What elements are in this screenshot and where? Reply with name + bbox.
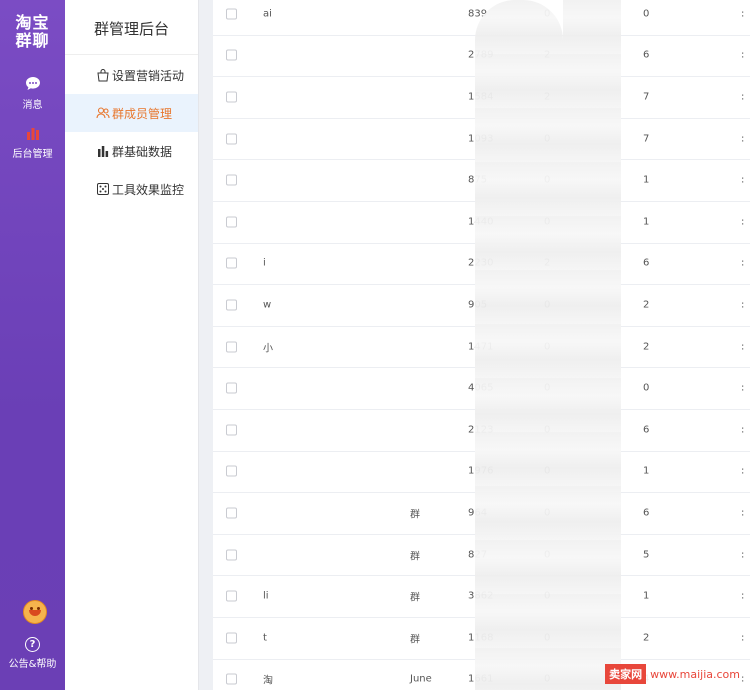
cell-value-3: 0	[643, 382, 650, 394]
cell-value-3: 2	[643, 632, 650, 644]
row-checkbox[interactable]	[226, 507, 237, 519]
row-checkbox[interactable]	[226, 257, 237, 269]
sidebar-title: 群管理后台	[93, 20, 169, 38]
row-checkbox[interactable]	[226, 299, 237, 311]
member-tag: 群	[410, 509, 420, 521]
row-checkbox[interactable]	[226, 673, 237, 685]
cell-value-3: 1	[643, 590, 650, 602]
cell-value-3: 2	[643, 299, 650, 311]
row-checkbox[interactable]	[226, 133, 237, 145]
app-brand[interactable]: 淘宝 群聊	[0, 14, 65, 50]
row-checkbox[interactable]	[226, 174, 237, 186]
row-checkbox[interactable]	[226, 632, 237, 644]
sidebar-item-label: 群基础数据	[112, 144, 173, 159]
brand-line-2: 群聊	[15, 31, 50, 50]
avatar-eye	[37, 607, 40, 610]
row-checkbox[interactable]	[226, 216, 237, 228]
rail-item-messages[interactable]: 消息	[0, 75, 65, 111]
cell-value-3: 7	[643, 133, 650, 145]
rail-item-label: 后台管理	[12, 149, 53, 160]
cell-value-4: :	[741, 216, 745, 228]
cell-value-3: 7	[643, 91, 650, 103]
cell-value-4: :	[741, 382, 745, 394]
sidebar-item-label: 设置营销活动	[112, 68, 185, 83]
privacy-blur	[563, 0, 621, 690]
help-button[interactable]: ? 公告&帮助	[0, 637, 65, 670]
rail-item-label: 消息	[22, 100, 43, 111]
member-name: 淘	[263, 675, 273, 687]
sidebar-item-tool-monitor[interactable]: 工具效果监控	[65, 170, 198, 208]
row-checkbox[interactable]	[226, 382, 237, 394]
cell-value-4: :	[741, 673, 745, 685]
question-circle-icon: ?	[25, 637, 40, 652]
watermark-brand: 卖家网	[605, 664, 647, 684]
cell-value-3: 2	[643, 341, 650, 353]
sidebar-item-label: 工具效果监控	[112, 182, 185, 197]
cell-value-3: 6	[643, 49, 650, 61]
help-label: 公告&帮助	[8, 659, 57, 670]
sidebar-item-members[interactable]: 群成员管理	[65, 94, 198, 132]
cell-value-4: :	[741, 299, 745, 311]
member-tag: 群	[410, 634, 420, 646]
member-name: 小	[263, 343, 273, 355]
cell-value-4: :	[741, 549, 745, 561]
bar-chart-icon	[26, 128, 39, 140]
row-checkbox[interactable]	[226, 341, 237, 353]
cell-value-4: :	[741, 91, 745, 103]
row-checkbox[interactable]	[226, 49, 237, 61]
cell-value-4: :	[741, 257, 745, 269]
admin-sidebar: 群管理后台 设置营销活动 群成员管理 群基础数据 工具效果监控	[65, 0, 199, 690]
member-tag: June	[410, 673, 432, 685]
member-name: t	[263, 632, 267, 644]
row-checkbox[interactable]	[226, 8, 237, 20]
cell-value-4: :	[741, 424, 745, 436]
cell-value-3: 6	[643, 424, 650, 436]
cell-value-4: :	[741, 507, 745, 519]
sidebar-item-marketing[interactable]: 设置营销活动	[65, 56, 198, 94]
cell-value-3: 0	[643, 8, 650, 20]
member-tag: 群	[410, 592, 420, 604]
member-name: i	[263, 257, 266, 269]
cell-value-4: :	[741, 590, 745, 602]
cell-value-4: :	[741, 632, 745, 644]
cell-value-4: :	[741, 465, 745, 477]
member-name: ai	[263, 8, 272, 20]
cell-value-3: 6	[643, 257, 650, 269]
cell-value-3: 5	[643, 549, 650, 561]
member-name: li	[263, 590, 269, 602]
row-checkbox[interactable]	[226, 549, 237, 561]
sidebar-item-basic-data[interactable]: 群基础数据	[65, 132, 198, 170]
cell-value-3: 6	[643, 507, 650, 519]
cell-value-4: :	[741, 133, 745, 145]
row-checkbox[interactable]	[226, 465, 237, 477]
chat-bubble-icon	[25, 77, 40, 90]
app-rail: 淘宝 群聊 消息 后台管理 ? 公告&帮助	[0, 0, 65, 690]
cell-value-4: :	[741, 8, 745, 20]
watermark: 卖家网 www.maijia.com	[605, 664, 740, 684]
member-name: w	[263, 299, 272, 311]
privacy-blur	[475, 0, 563, 690]
shopping-bag-icon	[97, 69, 109, 82]
watermark-url: www.maijia.com	[650, 667, 740, 681]
members-table: ai83900:278926:158427:109307:87501:14400…	[213, 0, 750, 690]
avatar-eye	[30, 607, 33, 610]
cell-value-4: :	[741, 49, 745, 61]
emoji-avatar-icon[interactable]	[23, 600, 47, 624]
rail-item-admin[interactable]: 后台管理	[0, 124, 65, 160]
members-icon	[96, 107, 110, 119]
cell-value-3: 1	[643, 465, 650, 477]
cell-value-4: :	[741, 341, 745, 353]
member-tag: 群	[410, 551, 420, 563]
sidebar-divider	[65, 54, 198, 55]
cell-value-4: :	[741, 174, 745, 186]
row-checkbox[interactable]	[226, 590, 237, 602]
dice-monitor-icon	[97, 183, 109, 195]
cell-value-3: 1	[643, 174, 650, 186]
row-checkbox[interactable]	[226, 424, 237, 436]
bar-chart-icon	[98, 146, 109, 157]
cell-value-3: 1	[643, 216, 650, 228]
brand-line-1: 淘宝	[15, 13, 50, 32]
sidebar-item-label: 群成员管理	[112, 106, 173, 121]
row-checkbox[interactable]	[226, 91, 237, 103]
